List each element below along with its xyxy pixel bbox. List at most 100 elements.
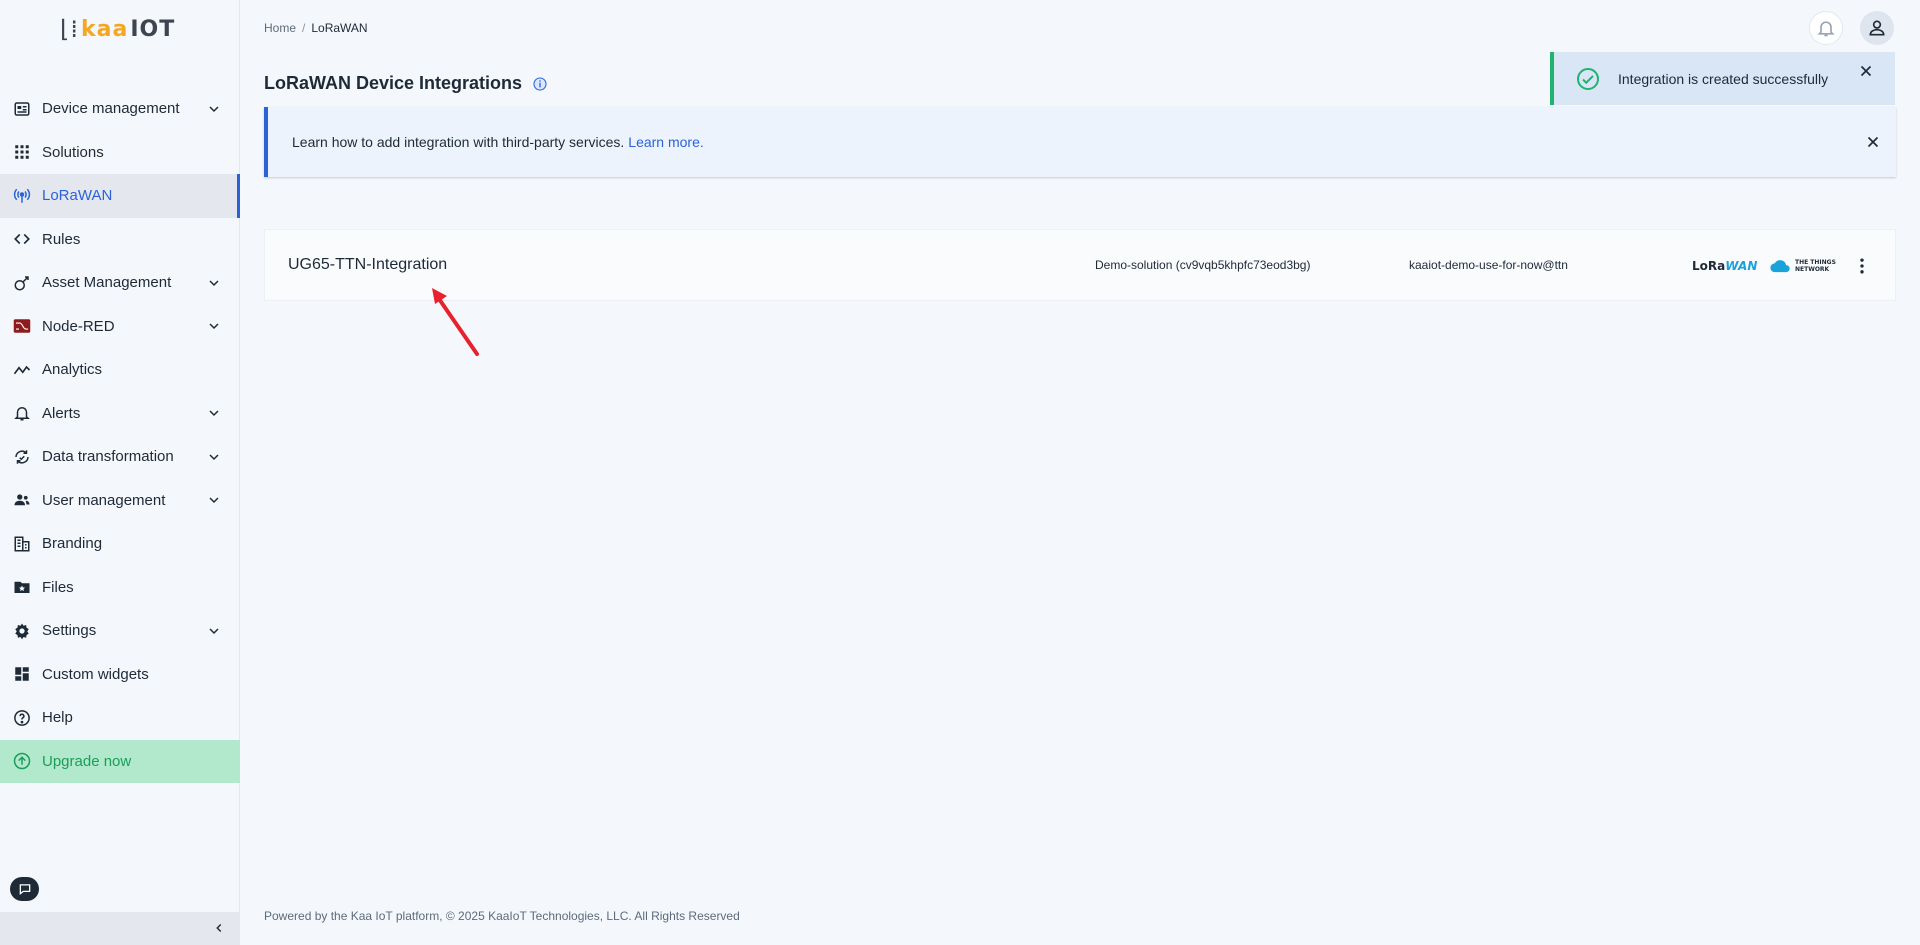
gear-icon	[13, 622, 31, 640]
logo-kaa: kaa	[81, 16, 129, 42]
sidebar-item-files[interactable]: Files	[0, 566, 240, 610]
notifications-button[interactable]	[1809, 11, 1843, 45]
transform-icon	[13, 448, 31, 466]
sidebar-item-user-management[interactable]: User management	[0, 479, 240, 523]
sidebar-nav: Device management Solutions LoRaWAN Rule…	[0, 87, 240, 783]
sidebar-item-label: Help	[42, 709, 73, 727]
sidebar-item-label: LoRaWAN	[42, 187, 113, 205]
grid-icon	[13, 143, 31, 161]
building-icon	[13, 535, 31, 553]
folder-icon	[13, 578, 31, 596]
learn-more-link[interactable]: Learn more.	[628, 134, 703, 150]
sidebar-item-label: Custom widgets	[42, 665, 149, 683]
sidebar-item-analytics[interactable]: Analytics	[0, 348, 240, 392]
breadcrumb-current: LoRaWAN	[311, 21, 368, 35]
ttn-logo-line2: NETWORK	[1795, 266, 1830, 273]
collapse-sidebar-button[interactable]	[0, 912, 240, 945]
sidebar-item-rules[interactable]: Rules	[0, 218, 240, 262]
sidebar-item-custom-widgets[interactable]: Custom widgets	[0, 653, 240, 697]
more-vert-icon[interactable]	[1852, 256, 1872, 276]
kaaiot-logo[interactable]: ⌊⁞ kaa IOT	[60, 14, 175, 44]
sidebar-item-solutions[interactable]: Solutions	[0, 131, 240, 175]
node-red-icon	[13, 317, 31, 335]
info-icon[interactable]	[532, 76, 548, 92]
lorawan-logo-wan: WAN	[1725, 259, 1758, 273]
sidebar-item-label: Branding	[42, 535, 103, 553]
chat-icon	[19, 884, 30, 896]
sidebar: ⌊⁞ kaa IOT Device management Solutions L…	[0, 0, 240, 945]
page-title-text: LoRaWAN Device Integrations	[264, 73, 523, 93]
sidebar-item-upgrade-now[interactable]: Upgrade now	[0, 739, 240, 783]
sidebar-item-lorawan[interactable]: LoRaWAN	[0, 174, 240, 218]
sidebar-item-label: Asset Management	[42, 274, 172, 292]
integration-name[interactable]: UG65-TTN-Integration	[288, 256, 447, 274]
breadcrumb: Home / LoRaWAN	[264, 21, 368, 35]
sidebar-item-device-management[interactable]: Device management	[0, 87, 240, 131]
chevron-down-icon	[209, 410, 219, 417]
cloud-icon	[1770, 260, 1790, 273]
sidebar-item-label: Node-RED	[42, 317, 115, 335]
sidebar-item-help[interactable]: Help	[0, 696, 240, 740]
chat-button[interactable]	[10, 877, 39, 901]
sidebar-item-label: Data transformation	[42, 448, 174, 466]
sidebar-item-label: Rules	[42, 230, 81, 248]
integration-solution: Demo-solution (cv9vqb5khpfc73eod3bg)	[1095, 258, 1311, 272]
analytics-icon	[13, 361, 31, 379]
sidebar-item-label: User management	[42, 491, 166, 509]
breadcrumb-separator: /	[302, 21, 306, 35]
banner-close-icon[interactable]	[1864, 133, 1882, 151]
user-menu-button[interactable]	[1860, 11, 1894, 45]
sidebar-item-settings[interactable]: Settings	[0, 609, 240, 653]
chevron-down-icon	[209, 497, 219, 504]
users-icon	[13, 491, 31, 509]
integration-account: kaaiot-demo-use-for-now@ttn	[1409, 258, 1568, 272]
chevron-down-icon	[209, 628, 219, 634]
chevron-down-icon	[209, 106, 219, 112]
sidebar-item-label: Solutions	[42, 143, 104, 161]
toast-message: Integration is created successfully	[1618, 70, 1829, 87]
sidebar-item-data-transformation[interactable]: Data transformation	[0, 435, 240, 479]
widgets-icon	[13, 665, 31, 683]
footer-text: Powered by the Kaa IoT platform, © 2025 …	[264, 909, 740, 923]
sidebar-item-label: Files	[42, 578, 74, 596]
logo-mark: ⌊⁞	[60, 15, 79, 43]
integration-row[interactable]: UG65-TTN-Integration Demo-solution (cv9v…	[264, 229, 1896, 301]
banner-text: Learn how to add integration with third-…	[292, 134, 704, 150]
upgrade-icon	[13, 752, 31, 770]
sidebar-item-branding[interactable]: Branding	[0, 522, 240, 566]
sidebar-item-label: Alerts	[42, 404, 81, 422]
chevron-left-icon	[216, 923, 222, 933]
ttn-logo-line1: THE THINGS	[1795, 259, 1836, 266]
chevron-down-icon	[209, 280, 219, 286]
bell-icon	[13, 404, 31, 422]
sidebar-item-asset-management[interactable]: Asset Management	[0, 261, 240, 305]
banner-message: Learn how to add integration with third-…	[292, 134, 625, 150]
sidebar-item-label: Device management	[42, 100, 180, 118]
lorawan-logo: LoRa WAN	[1692, 256, 1757, 276]
check-circle-icon	[1577, 67, 1599, 90]
the-things-network-logo: THE THINGS NETWORK	[1769, 255, 1836, 277]
info-banner: Learn how to add integration with third-…	[264, 107, 1896, 177]
antenna-icon	[13, 187, 31, 205]
chevron-down-icon	[209, 323, 219, 330]
toast-close-icon[interactable]	[1857, 62, 1875, 80]
help-icon	[13, 709, 31, 727]
asset-icon	[13, 274, 31, 292]
logo-iot: IOT	[130, 16, 176, 42]
annotation-arrow	[432, 288, 479, 356]
sidebar-item-node-red[interactable]: Node-RED	[0, 305, 240, 349]
user-icon	[1869, 20, 1885, 36]
code-icon	[13, 230, 31, 248]
sidebar-item-label: Upgrade now	[42, 752, 132, 770]
page-title: LoRaWAN Device Integrations	[264, 73, 548, 94]
sidebar-item-alerts[interactable]: Alerts	[0, 392, 240, 436]
lorawan-logo-lo: LoRa	[1692, 259, 1726, 273]
breadcrumb-home[interactable]: Home	[264, 21, 296, 35]
bell-icon	[1817, 21, 1835, 37]
chevron-down-icon	[209, 454, 219, 460]
device-icon	[13, 100, 31, 118]
sidebar-item-label: Settings	[42, 622, 97, 640]
success-toast: Integration is created successfully	[1550, 52, 1895, 105]
sidebar-item-label: Analytics	[42, 361, 103, 379]
ttn-logo-text: THE THINGS NETWORK	[1795, 259, 1836, 273]
